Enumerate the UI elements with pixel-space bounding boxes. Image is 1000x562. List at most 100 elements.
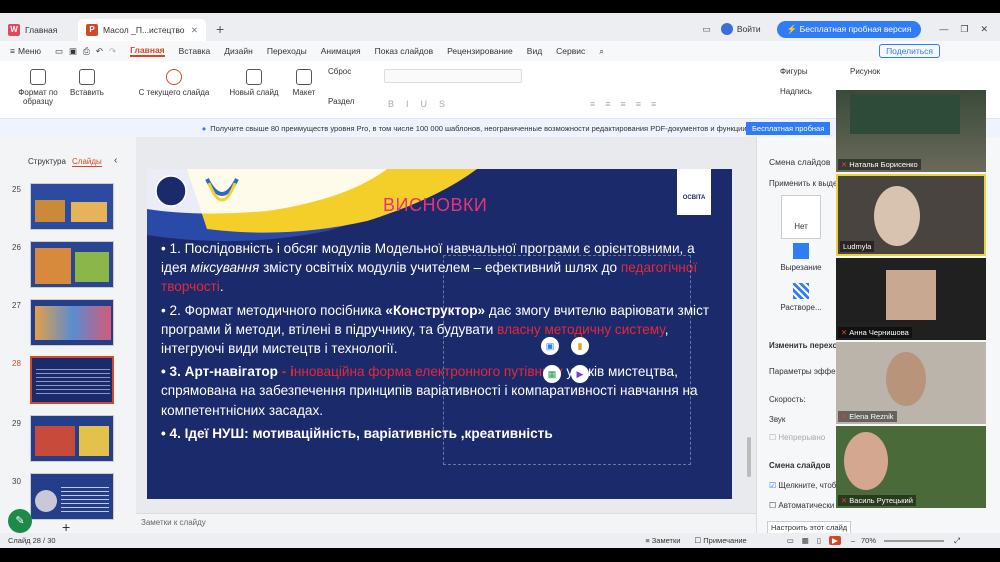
apply-to-label: Применить к выдел	[769, 179, 842, 188]
on-click-label: Щелкните, чтоб	[778, 481, 837, 490]
picture-button[interactable]: Рисунок	[850, 67, 880, 76]
login-button[interactable]: Войти	[737, 24, 761, 34]
participant-tile-1[interactable]: Ludmyla	[836, 174, 986, 256]
participant-tile-2[interactable]: ✕ Анна Чернишова	[836, 258, 986, 340]
hamburger-icon[interactable]: ≡	[10, 46, 15, 56]
promo-trial-button[interactable]: Бесплатная пробная	[746, 121, 831, 135]
menu-item-transitions[interactable]: Переходы	[267, 46, 307, 56]
close-window-icon[interactable]: ✕	[980, 24, 988, 35]
notes-toggle[interactable]: ≡ Заметки	[645, 536, 680, 545]
sorter-view-icon[interactable]: ▦	[802, 536, 809, 545]
slide-thumbnail-28[interactable]	[30, 356, 114, 404]
slide-thumbnail-27[interactable]	[30, 299, 114, 346]
section-label: Раздел	[328, 97, 355, 106]
reset-label: Сброс	[328, 67, 352, 76]
participant-tile-4[interactable]: ✕ Василь Рутецький	[836, 426, 986, 508]
menu-item-view[interactable]: Вид	[527, 46, 542, 56]
comment-toggle[interactable]: ☐ Примечание	[694, 536, 746, 545]
font-family-select[interactable]	[384, 69, 522, 83]
redo-icon[interactable]: ↷	[109, 46, 116, 57]
menu-bar: ≡ Меню ▭ ▣ ⎙ ↶ ↷ Главная Вставка Дизайн …	[0, 41, 1000, 61]
slide-28[interactable]: ОСВІТА ВИСНОВКИ • 1. Послідовність і обс…	[147, 169, 732, 499]
menu-button[interactable]: Меню	[18, 46, 41, 56]
close-icon[interactable]: ✕	[191, 25, 198, 36]
reading-view-icon[interactable]: ▯	[817, 536, 821, 545]
save-icon[interactable]: ▣	[69, 46, 77, 57]
tab-slides[interactable]: Слайды	[72, 157, 102, 167]
menu-item-design[interactable]: Дизайн	[224, 46, 253, 56]
zoom-slider[interactable]	[884, 539, 944, 542]
insert-chart-icon[interactable]: ▮	[571, 337, 589, 355]
reset-button[interactable]: Сброс	[328, 67, 351, 76]
paste-button[interactable]: Вставить	[66, 69, 108, 97]
insert-table-icon[interactable]: ▦	[543, 365, 561, 383]
tab-home[interactable]: W Главная	[0, 19, 78, 41]
promo-text: Получите свыше 80 преимуществ уровня Pro…	[210, 123, 799, 133]
slide-number: 26	[12, 243, 21, 252]
menu-item-home[interactable]: Главная	[130, 45, 165, 57]
slide-number: 28	[12, 359, 21, 368]
menu-item-review[interactable]: Рецензирование	[447, 46, 513, 56]
content-placeholder-box[interactable]	[443, 255, 691, 465]
document-tab-label: Масол _П...истецтво	[103, 25, 185, 35]
font-style-buttons[interactable]: BIUS	[388, 99, 457, 109]
format-painter-button[interactable]: Формат по образцу	[14, 69, 62, 106]
slide-thumbnail-29[interactable]	[30, 415, 114, 462]
share-button[interactable]: Поделиться	[879, 44, 940, 58]
print-icon[interactable]: ⎙	[83, 46, 90, 57]
caption-button[interactable]: Надпись	[780, 87, 812, 96]
auto-checkbox[interactable]: ☐ Автоматически	[769, 501, 834, 510]
shapes-button[interactable]: Фигуры	[780, 67, 808, 76]
transition-none[interactable]: Нет	[781, 195, 821, 239]
loop-checkbox[interactable]: ☐ Непрерывно	[769, 433, 825, 442]
osvita-logo-text: ОСВІТА	[682, 195, 706, 201]
window-icon[interactable]: ▭	[702, 24, 711, 35]
add-tab-button[interactable]: +	[216, 21, 224, 37]
tab-document[interactable]: P Масол _П...истецтво ✕	[78, 19, 206, 41]
maximize-icon[interactable]: ❐	[960, 24, 968, 35]
menu-item-animation[interactable]: Анимация	[321, 46, 361, 56]
collapse-icon[interactable]: ‹	[114, 155, 117, 166]
minimize-icon[interactable]: —	[939, 24, 948, 34]
section-button[interactable]: Раздел	[328, 97, 354, 106]
participant-tile-0[interactable]: ✕ Наталья Борисенко	[836, 90, 986, 172]
tab-structure[interactable]: Структура	[28, 157, 66, 166]
slide-number: 30	[12, 477, 21, 486]
search-icon[interactable]: ⌕	[599, 46, 604, 57]
trial-button[interactable]: ⚡ Бесплатная пробная версия	[776, 20, 922, 38]
notes-area[interactable]: Заметки к слайду	[136, 513, 756, 531]
paragraph-buttons[interactable]: ≡≡≡≡≡	[590, 99, 666, 109]
transition-cut[interactable]: Вырезание	[773, 241, 829, 281]
undo-icon[interactable]: ↶	[96, 46, 103, 57]
slideshow-play-icon[interactable]: ▶	[829, 536, 841, 545]
vertical-scrollbar[interactable]	[747, 437, 751, 477]
slide-title[interactable]: ВИСНОВКИ	[383, 195, 487, 216]
participant-tile-3[interactable]: ✕ Elena Reznik	[836, 342, 986, 424]
fit-icon[interactable]: ⤢	[954, 536, 960, 546]
slide-thumbnail-25[interactable]	[30, 183, 114, 230]
new-slide-button[interactable]: Новый слайд	[226, 69, 282, 97]
slide-thumbnail-26[interactable]	[30, 241, 114, 288]
from-current-slide-button[interactable]: С текущего слайда	[138, 69, 210, 97]
normal-view-icon[interactable]: ▭	[787, 536, 794, 545]
insert-video-icon[interactable]: ▶	[571, 365, 589, 383]
muted-mic-icon: ✕	[841, 496, 848, 505]
slide-number: 27	[12, 301, 21, 310]
menu-item-insert[interactable]: Вставка	[179, 46, 211, 56]
menu-item-slideshow[interactable]: Показ слайдов	[375, 46, 434, 56]
insert-picture-icon[interactable]: ▣	[541, 337, 559, 355]
layout-button[interactable]: Макет	[288, 69, 320, 97]
transition-dissolve[interactable]: Растворе...	[773, 281, 829, 321]
edit-fab-button[interactable]: ✎	[8, 509, 32, 533]
on-click-checkbox[interactable]: ☑ Щелкните, чтоб	[769, 481, 836, 490]
transition-none-label: Нет	[794, 222, 808, 231]
layout-label: Макет	[292, 88, 316, 97]
avatar[interactable]	[720, 23, 733, 35]
zoom-out-icon[interactable]: –	[851, 536, 855, 545]
folder-icon[interactable]: ▭	[55, 46, 63, 57]
status-bar: Слайд 28 / 30 ≡ Заметки ☐ Примечание ▭ ▦…	[0, 533, 1000, 548]
menu-item-tools[interactable]: Сервис	[556, 46, 585, 56]
slide-thumbnail-30[interactable]	[30, 473, 114, 520]
classroom-board	[850, 94, 960, 134]
wps-logo-icon: W	[8, 24, 20, 36]
